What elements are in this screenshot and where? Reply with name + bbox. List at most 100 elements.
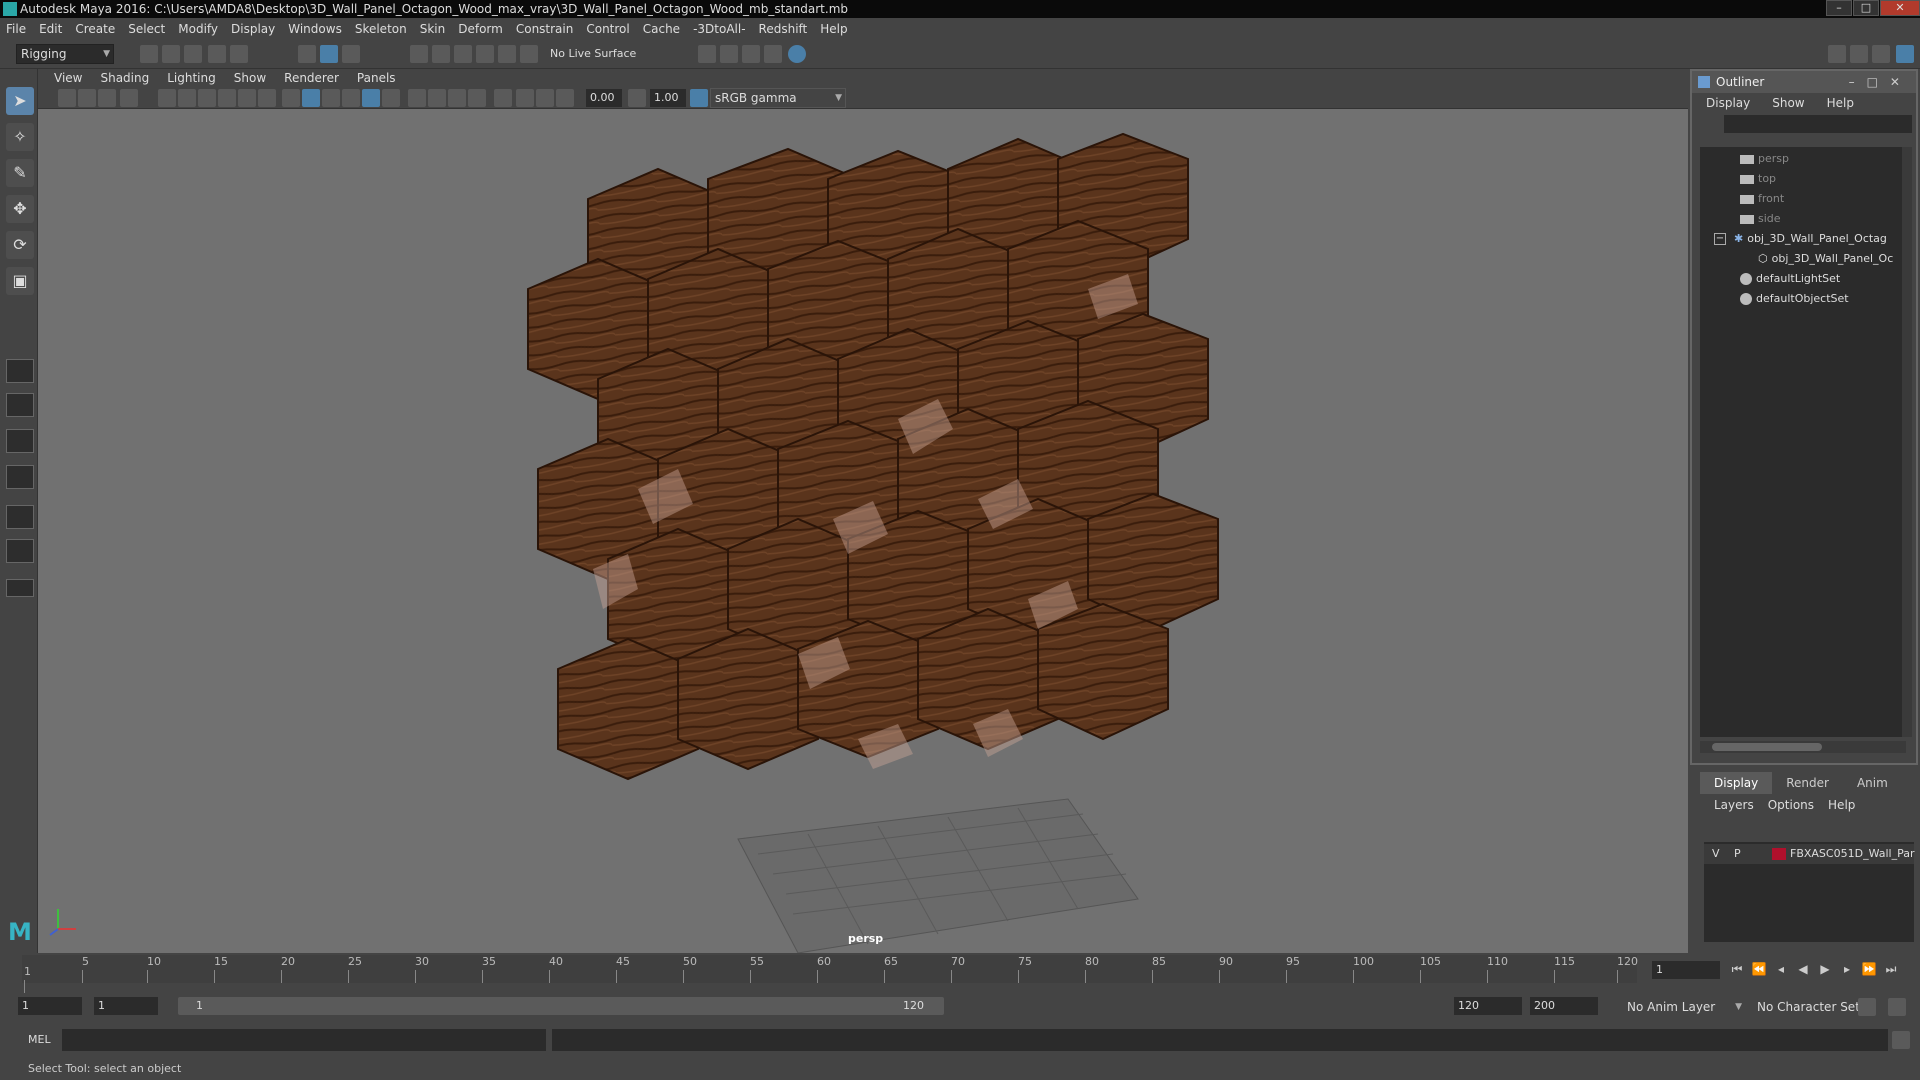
playback-start-field[interactable]: 1: [94, 997, 158, 1015]
panel-menu-view[interactable]: View: [54, 71, 82, 85]
snap-grid-icon[interactable]: [410, 45, 428, 63]
outliner-item-default-light-set[interactable]: defaultLightSet: [1740, 269, 1840, 289]
step-forward-key-icon[interactable]: ⏩: [1860, 961, 1878, 977]
shadows-icon[interactable]: [342, 89, 360, 107]
ambient-occlusion-icon[interactable]: [428, 89, 446, 107]
layer-color-swatch[interactable]: [1772, 848, 1786, 860]
motion-blur-icon[interactable]: [448, 89, 466, 107]
render-frame-icon[interactable]: [720, 45, 738, 63]
layer-visibility-toggle[interactable]: V: [1712, 844, 1720, 864]
color-space-dropdown[interactable]: sRGB gamma ▼: [710, 88, 846, 108]
use-lights-icon[interactable]: [322, 89, 340, 107]
panel-menu-panels[interactable]: Panels: [357, 71, 396, 85]
panel-menu-shading[interactable]: Shading: [100, 71, 149, 85]
animation-preferences-icon[interactable]: [1888, 998, 1906, 1016]
panel-menu-lighting[interactable]: Lighting: [167, 71, 216, 85]
anim-layer-dropdown[interactable]: No Anim Layer ▼: [1622, 997, 1746, 1017]
tool-settings-icon[interactable]: [1872, 45, 1890, 63]
depth-of-field-icon[interactable]: [494, 89, 512, 107]
scrollbar-thumb[interactable]: [1712, 743, 1822, 751]
character-set-dropdown[interactable]: No Character Set: [1752, 997, 1870, 1017]
camera-attributes-icon[interactable]: [58, 89, 76, 107]
play-forward-icon[interactable]: ▶: [1816, 961, 1834, 977]
step-forward-frame-icon[interactable]: ▸: [1838, 961, 1856, 977]
frame-all-icon[interactable]: [516, 89, 534, 107]
gamma-field[interactable]: 1.00: [650, 89, 686, 107]
menu-constrain[interactable]: Constrain: [516, 22, 574, 36]
isolate-select-icon[interactable]: [408, 89, 426, 107]
hypershade-icon[interactable]: [788, 45, 806, 63]
safe-action-icon[interactable]: [258, 89, 276, 107]
open-scene-icon[interactable]: [162, 45, 180, 63]
exposure-icon[interactable]: [556, 89, 574, 107]
four-view-layout-icon[interactable]: [6, 393, 34, 417]
snap-point-icon[interactable]: [454, 45, 472, 63]
menu-cache[interactable]: Cache: [643, 22, 680, 36]
select-component-icon[interactable]: [342, 45, 360, 63]
menu-modify[interactable]: Modify: [178, 22, 218, 36]
time-slider[interactable]: 1 5 10 15 20 25 30 35 40 45 50 55 60 65 …: [0, 953, 1920, 993]
menu-select[interactable]: Select: [128, 22, 165, 36]
make-live-icon[interactable]: [520, 45, 538, 63]
menu-skeleton[interactable]: Skeleton: [355, 22, 407, 36]
outliner-menu-show[interactable]: Show: [1772, 96, 1804, 110]
step-back-frame-icon[interactable]: ◂: [1772, 961, 1790, 977]
color-management-icon[interactable]: [690, 89, 708, 107]
layer-row[interactable]: V P FBXASC051D_Wall_Par: [1704, 844, 1915, 864]
go-to-end-icon[interactable]: ⏭: [1882, 961, 1900, 977]
redo-icon[interactable]: [230, 45, 248, 63]
snap-view-icon[interactable]: [476, 45, 494, 63]
perspective-viewport[interactable]: persp: [38, 109, 1688, 953]
menuset-dropdown[interactable]: Rigging ▼: [16, 44, 114, 64]
command-language-label[interactable]: MEL: [28, 1033, 51, 1046]
select-hierarchy-icon[interactable]: [298, 45, 316, 63]
panel-menu-show[interactable]: Show: [234, 71, 266, 85]
tab-anim[interactable]: Anim: [1843, 772, 1902, 794]
render-view-icon[interactable]: [764, 45, 782, 63]
menu-file[interactable]: File: [6, 22, 26, 36]
tab-display[interactable]: Display: [1700, 772, 1773, 794]
minimize-button[interactable]: –: [1826, 0, 1852, 16]
outliner-horizontal-scrollbar[interactable]: [1700, 741, 1906, 753]
outliner-search-input[interactable]: [1724, 115, 1912, 133]
scale-tool-icon[interactable]: ▣: [6, 267, 34, 295]
play-backward-icon[interactable]: ◀: [1794, 961, 1812, 977]
step-back-key-icon[interactable]: ⏪: [1750, 961, 1768, 977]
grid-toggle-icon[interactable]: [158, 89, 176, 107]
gate-mask-icon[interactable]: [218, 89, 236, 107]
command-input[interactable]: [62, 1029, 546, 1051]
maximize-button[interactable]: □: [1853, 0, 1879, 16]
playback-end-field[interactable]: 120: [1454, 997, 1522, 1015]
outliner-item-front[interactable]: front: [1740, 189, 1784, 209]
panel-menu-renderer[interactable]: Renderer: [284, 71, 339, 85]
outliner-item-side[interactable]: side: [1740, 209, 1781, 229]
select-object-icon[interactable]: [320, 45, 338, 63]
single-view-layout-icon[interactable]: [6, 359, 34, 383]
outliner-menu-display[interactable]: Display: [1706, 96, 1750, 110]
menu-skin[interactable]: Skin: [420, 22, 446, 36]
xray-icon[interactable]: [382, 89, 400, 107]
rotate-tool-icon[interactable]: ⟳: [6, 231, 34, 259]
persp-outliner-layout-icon[interactable]: [6, 465, 34, 489]
outliner-item-default-object-set[interactable]: defaultObjectSet: [1740, 289, 1849, 309]
menu-3dtoall[interactable]: -3DtoAll-: [693, 22, 745, 36]
auto-key-icon[interactable]: [1858, 998, 1876, 1016]
wireframe-icon[interactable]: [282, 89, 300, 107]
film-gate-icon[interactable]: [178, 89, 196, 107]
outliner-item-persp[interactable]: persp: [1740, 149, 1789, 169]
menu-edit[interactable]: Edit: [39, 22, 62, 36]
lasso-tool-icon[interactable]: ✧: [6, 123, 34, 151]
persp-graph-layout-icon[interactable]: [6, 505, 34, 529]
menu-redshift[interactable]: Redshift: [759, 22, 808, 36]
side-by-side-layout-icon[interactable]: [6, 429, 34, 453]
image-plane-icon[interactable]: [98, 89, 116, 107]
outliner-item-top[interactable]: top: [1740, 169, 1776, 189]
move-tool-icon[interactable]: ✥: [6, 195, 34, 223]
outliner-menu-help[interactable]: Help: [1827, 96, 1854, 110]
collapse-icon[interactable]: −: [1714, 233, 1726, 245]
resolution-gate-icon[interactable]: [198, 89, 216, 107]
paint-select-tool-icon[interactable]: ✎: [6, 159, 34, 187]
tab-render[interactable]: Render: [1772, 772, 1843, 794]
attribute-editor-icon[interactable]: [1850, 45, 1868, 63]
current-frame-field[interactable]: 1: [1652, 961, 1720, 979]
